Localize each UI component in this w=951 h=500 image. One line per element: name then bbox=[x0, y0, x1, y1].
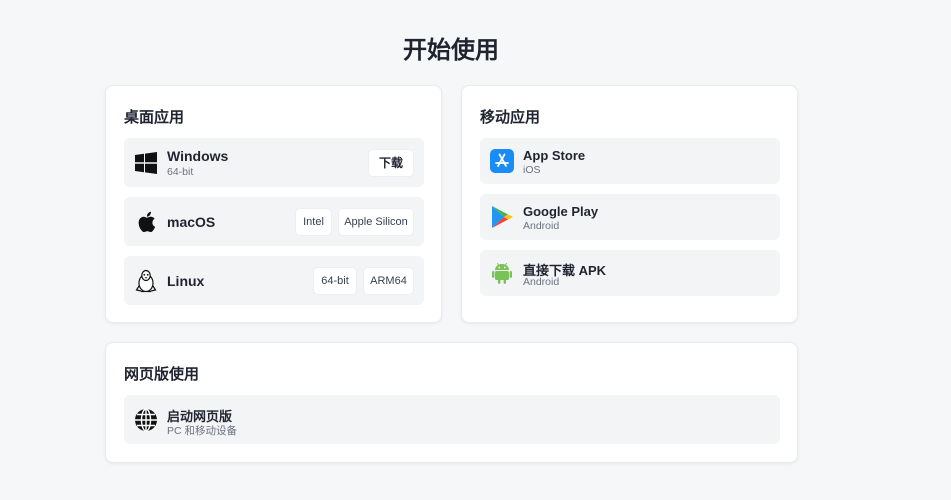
linux-row: Linux 64-bit ARM64 bbox=[124, 256, 424, 305]
app-store-label: App Store bbox=[523, 148, 586, 163]
google-play-row[interactable]: Google Play Android bbox=[480, 194, 780, 240]
macos-label: macOS bbox=[167, 214, 216, 230]
linux-label: Linux bbox=[167, 273, 205, 289]
mobile-apps-card: 移动应用 App Store iOS Google Play Android 直… bbox=[461, 85, 798, 323]
macos-apple-silicon-button[interactable]: Apple Silicon bbox=[338, 207, 414, 236]
globe-icon bbox=[134, 407, 158, 432]
web-card: 网页版使用 启动网页版 PC 和移动设备 bbox=[105, 342, 798, 463]
windows-arch: 64-bit bbox=[167, 166, 194, 178]
apk-row[interactable]: 直接下载 APK Android bbox=[480, 250, 780, 296]
linux-arm64-button[interactable]: ARM64 bbox=[363, 266, 414, 295]
linux-tux-icon bbox=[134, 269, 158, 293]
desktop-apps-card: 桌面应用 Windows 64-bit 下载 macOS Intel Apple… bbox=[105, 85, 442, 323]
windows-download-button[interactable]: 下载 bbox=[368, 148, 414, 177]
app-store-icon bbox=[490, 149, 514, 173]
windows-icon bbox=[134, 151, 158, 175]
app-store-row[interactable]: App Store iOS bbox=[480, 138, 780, 184]
desktop-apps-title: 桌面应用 bbox=[124, 109, 185, 126]
web-title: 网页版使用 bbox=[124, 366, 200, 383]
launch-web-devices: PC 和移动设备 bbox=[167, 425, 238, 437]
google-play-label: Google Play bbox=[523, 204, 599, 219]
windows-label: Windows bbox=[167, 148, 229, 164]
macos-row: macOS Intel Apple Silicon bbox=[124, 197, 424, 246]
app-store-platform: iOS bbox=[523, 164, 541, 176]
google-play-platform: Android bbox=[523, 220, 560, 232]
linux-64bit-button[interactable]: 64-bit bbox=[313, 266, 357, 295]
apple-icon bbox=[134, 210, 158, 234]
google-play-icon bbox=[490, 205, 514, 229]
android-icon bbox=[490, 261, 514, 285]
macos-intel-button[interactable]: Intel bbox=[295, 207, 332, 236]
apk-platform: Android bbox=[523, 276, 560, 288]
launch-web-row[interactable]: 启动网页版 PC 和移动设备 bbox=[124, 395, 780, 444]
mobile-apps-title: 移动应用 bbox=[480, 109, 541, 126]
windows-row: Windows 64-bit 下载 bbox=[124, 138, 424, 187]
page-title: 开始使用 bbox=[403, 37, 499, 64]
